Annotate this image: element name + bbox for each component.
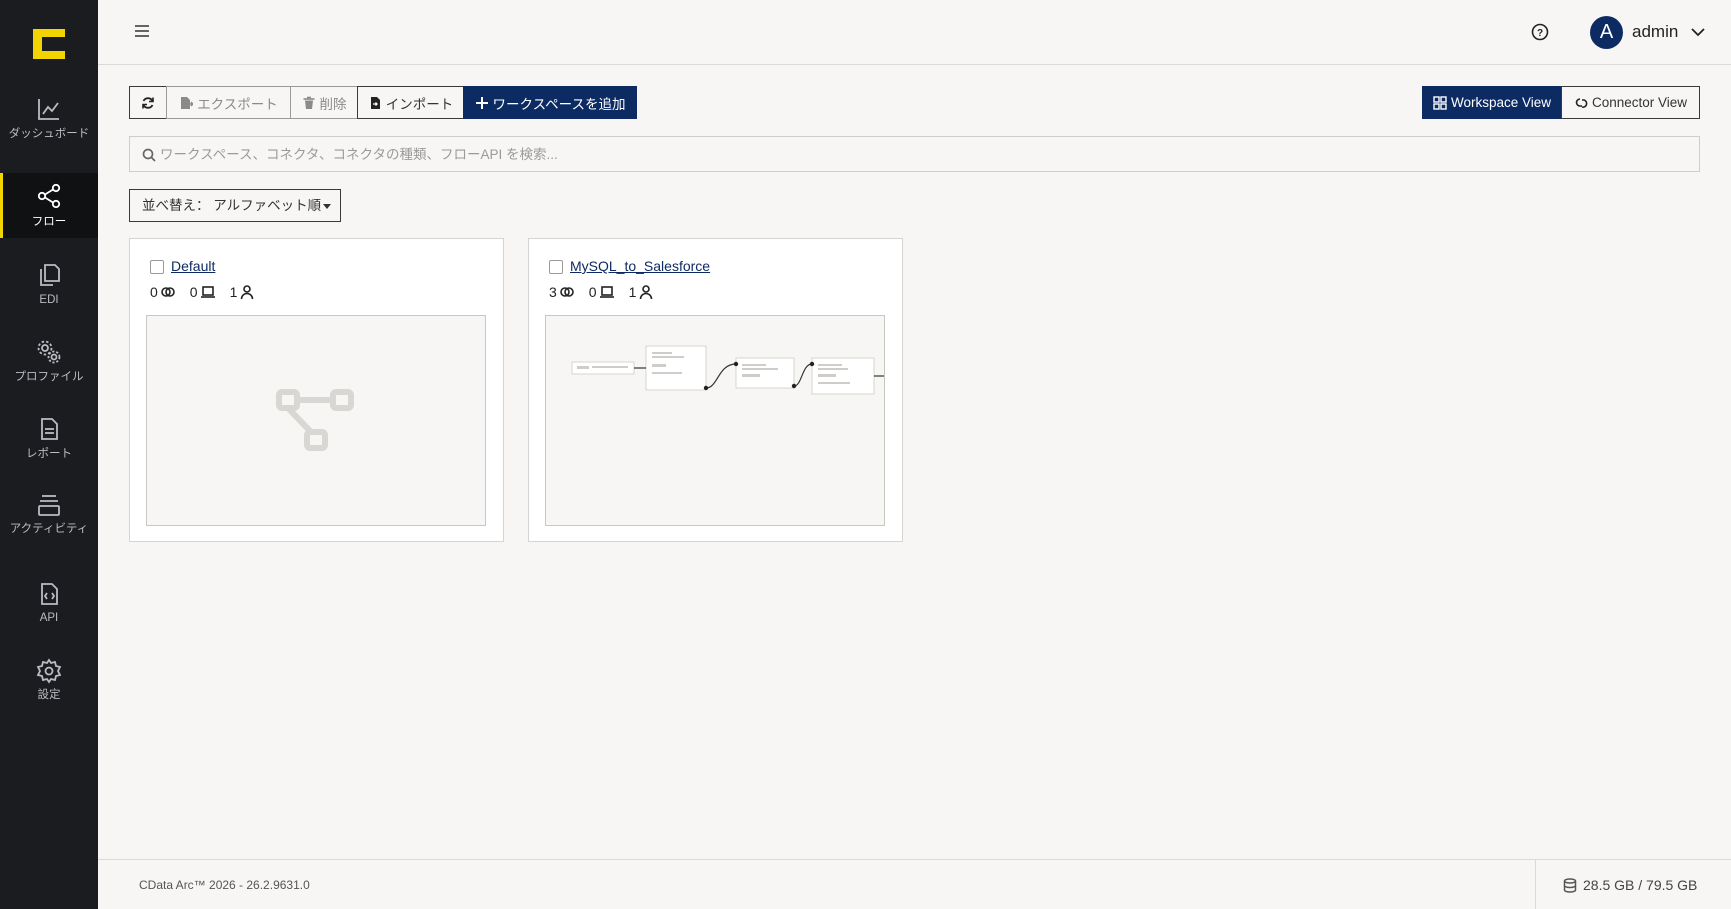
database-icon xyxy=(1563,877,1577,893)
footer: CData Arc™ 2026 - 26.2.9631.0 28.5 GB / … xyxy=(98,859,1731,909)
import-button[interactable]: インポート xyxy=(357,86,464,119)
user-icon xyxy=(640,285,653,300)
workspace-name-link[interactable]: Default xyxy=(171,258,215,274)
api-file-icon xyxy=(41,583,58,605)
chart-line-icon xyxy=(38,99,59,120)
connector-link-icon xyxy=(160,287,175,297)
share-nodes-icon xyxy=(37,183,61,209)
refresh-button[interactable] xyxy=(129,86,167,119)
sidebar-item-label: ダッシュボード xyxy=(8,128,90,140)
sidebar-item-label: EDI xyxy=(39,294,59,306)
user-count: 1 xyxy=(629,284,655,300)
file-export-icon xyxy=(181,96,194,109)
sidebar-item-edi[interactable]: EDI xyxy=(0,258,98,328)
search-box xyxy=(129,136,1700,172)
workspace-name-link[interactable]: MySQL_to_Salesforce xyxy=(570,258,710,274)
user-count-value: 1 xyxy=(628,284,637,300)
delete-label: 削除 xyxy=(319,96,347,112)
sidebar-item-label: フロー xyxy=(31,216,67,228)
search-input[interactable] xyxy=(160,137,1690,171)
plus-icon xyxy=(475,96,488,109)
laptop-icon xyxy=(200,286,215,298)
connector-count-value: 3 xyxy=(549,284,557,300)
connector-link-icon xyxy=(1575,97,1588,108)
workspace-stats: 0 0 1 xyxy=(150,283,269,301)
sidebar-item-report[interactable]: レポート xyxy=(0,412,98,482)
workspace-card: MySQL_to_Salesforce 3 0 1 xyxy=(528,238,903,542)
sort-label: 並べ替え： アルファベット順 xyxy=(142,198,322,213)
workspace-checkbox[interactable] xyxy=(150,260,164,274)
workspace-preview[interactable] xyxy=(545,315,885,526)
flow-thumbnail xyxy=(571,345,884,395)
user-icon xyxy=(241,285,254,300)
user-count: 1 xyxy=(230,284,256,300)
device-count-value: 0 xyxy=(588,284,597,300)
import-label: インポート xyxy=(385,96,454,112)
device-count-value: 0 xyxy=(189,284,198,300)
workspace-view-label: Workspace View xyxy=(1450,95,1552,110)
avatar[interactable]: A xyxy=(1590,16,1623,49)
workspace-stats: 3 0 1 xyxy=(549,283,668,301)
workspace-checkbox[interactable] xyxy=(549,260,563,274)
storage-usage-text: 28.5 GB / 79.5 GB xyxy=(1583,877,1698,893)
sidebar: ダッシュボード フロー EDI プロファイル レポート アクティビティ API … xyxy=(0,0,98,909)
laptop-icon xyxy=(599,286,614,298)
sidebar-item-label: アクティビティ xyxy=(9,523,89,535)
caret-down-icon xyxy=(323,203,332,209)
sidebar-item-label: プロファイル xyxy=(14,371,84,383)
sidebar-item-label: レポート xyxy=(26,448,72,460)
layers-icon xyxy=(38,495,60,516)
help-icon[interactable]: ? xyxy=(1531,23,1549,41)
cdata-logo[interactable] xyxy=(33,29,65,59)
hamburger-menu-icon[interactable] xyxy=(134,23,150,39)
sort-dropdown[interactable]: 並べ替え： アルファベット順 xyxy=(129,189,341,222)
chevron-down-icon[interactable] xyxy=(1691,27,1705,37)
top-header: ? A admin xyxy=(98,0,1731,65)
connector-count-value: 0 xyxy=(150,284,158,300)
export-label: エクスポート xyxy=(197,96,278,112)
connector-count: 0 xyxy=(150,284,176,300)
sidebar-item-label: 設定 xyxy=(37,689,61,701)
sidebar-item-activity[interactable]: アクティビティ xyxy=(0,489,98,559)
user-count-value: 1 xyxy=(229,284,238,300)
device-count: 0 xyxy=(190,284,216,300)
flow-placeholder-icon xyxy=(276,389,354,451)
trash-icon xyxy=(303,96,314,109)
gear-icon xyxy=(36,658,62,684)
sidebar-item-settings[interactable]: 設定 xyxy=(0,654,98,724)
device-count: 0 xyxy=(589,284,615,300)
documents-icon xyxy=(40,264,60,286)
grid-icon xyxy=(1433,95,1447,110)
connector-link-icon xyxy=(559,287,574,297)
storage-usage: 28.5 GB / 79.5 GB xyxy=(1563,877,1697,893)
report-icon xyxy=(41,418,58,440)
delete-button[interactable]: 削除 xyxy=(290,86,358,119)
copyright-text: CData Arc™ 2026 - 26.2.9631.0 xyxy=(139,878,310,892)
user-name[interactable]: admin xyxy=(1632,22,1678,42)
add-workspace-button[interactable]: ワークスペースを追加 xyxy=(463,86,637,119)
workspace-view-button[interactable]: Workspace View xyxy=(1422,86,1562,119)
add-workspace-label: ワークスペースを追加 xyxy=(492,96,626,112)
gears-icon xyxy=(37,340,61,364)
search-icon xyxy=(142,148,156,162)
refresh-icon xyxy=(142,96,154,109)
footer-divider xyxy=(1535,860,1536,909)
sidebar-item-flow[interactable]: フロー xyxy=(0,173,98,238)
sidebar-item-profile[interactable]: プロファイル xyxy=(0,335,98,405)
workspace-card: Default 0 0 1 xyxy=(129,238,504,542)
export-button[interactable]: エクスポート xyxy=(166,86,291,119)
sidebar-item-dashboard[interactable]: ダッシュボード xyxy=(0,92,98,162)
sidebar-item-api[interactable]: API xyxy=(0,577,98,647)
file-import-icon xyxy=(370,96,380,109)
connector-count: 3 xyxy=(549,284,575,300)
svg-text:?: ? xyxy=(1537,28,1543,39)
sidebar-item-label: API xyxy=(39,612,59,624)
connector-view-button[interactable]: Connector View xyxy=(1561,86,1700,119)
connector-view-label: Connector View xyxy=(1591,95,1688,110)
workspace-preview[interactable] xyxy=(146,315,486,526)
